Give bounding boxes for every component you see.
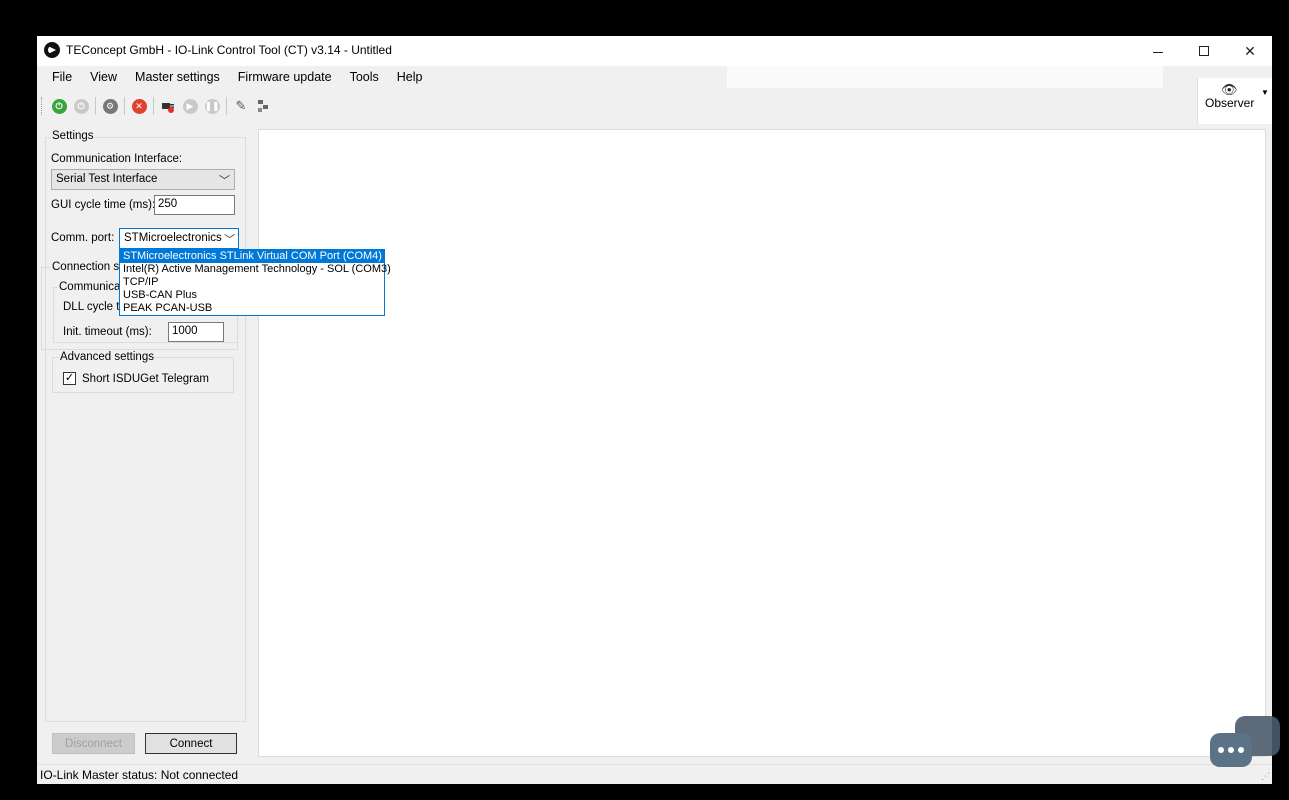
menu-tools[interactable]: Tools — [341, 70, 388, 84]
toolbar-separator — [226, 97, 227, 115]
comm-interface-select[interactable]: Serial Test Interface ﹀ — [51, 169, 235, 190]
wrench-button[interactable]: ✎ — [231, 96, 251, 116]
chat-icon[interactable] — [1210, 733, 1252, 767]
wrench-icon: ✎ — [235, 98, 247, 113]
menu-master-settings[interactable]: Master settings — [126, 70, 229, 84]
menu-bar-filler — [727, 66, 1163, 88]
app-window: TEConcept GmbH - IO-Link Control Tool (C… — [37, 36, 1272, 784]
toolbar-separator — [124, 97, 125, 115]
maximize-button[interactable] — [1181, 36, 1227, 66]
connection-settings-legend: Connection se — [51, 261, 127, 273]
status-bar: IO-Link Master status: Not connected ⋰ — [37, 764, 1272, 784]
disconnect-plug-button[interactable] — [158, 96, 178, 116]
connect-button[interactable]: Connect — [145, 733, 237, 754]
pause-icon: ❚❚ — [204, 98, 220, 114]
master-status-text: IO-Link Master status: Not connected — [40, 768, 239, 782]
disconnect-plug-icon — [162, 103, 174, 113]
disconnect-button[interactable]: Disconnect — [52, 733, 135, 754]
gui-cycle-input[interactable]: 250 — [154, 195, 235, 215]
advanced-settings-legend: Advanced settings — [59, 351, 155, 363]
title-bar: TEConcept GmbH - IO-Link Control Tool (C… — [37, 36, 1272, 66]
menu-view[interactable]: View — [81, 70, 126, 84]
chevron-down-icon: ﹀ — [219, 175, 230, 187]
power-off-icon: ⏻ — [73, 98, 89, 114]
init-timeout-label: Init. timeout (ms): — [63, 326, 152, 338]
menu-file[interactable]: File — [43, 70, 81, 84]
short-isdu-checkbox[interactable]: ✓ — [63, 372, 76, 385]
gear-icon: ⚙ — [102, 98, 118, 114]
resize-grip-icon[interactable]: ⋰ — [1261, 771, 1270, 782]
comm-port-option[interactable]: USB-CAN Plus — [120, 289, 384, 302]
power-on-button[interactable]: ⏻ — [49, 96, 69, 116]
comm-port-option[interactable]: Intel(R) Active Management Technology - … — [120, 263, 391, 276]
toolbar-separator — [95, 97, 96, 115]
chevron-down-icon: ﹀ — [222, 231, 235, 247]
short-isdu-label: Short ISDUGet Telegram — [82, 373, 209, 385]
comm-port-option[interactable]: PEAK PCAN-USB — [120, 302, 384, 315]
toolbar: ⏻ ⏻ ⚙ ✕ ▶ ❚❚ ✎ — [37, 93, 274, 119]
play-button[interactable]: ▶ — [180, 96, 200, 116]
communication-legend: Communicati — [58, 281, 128, 293]
gui-cycle-label: GUI cycle time (ms): — [51, 199, 156, 211]
settings-group — [45, 137, 246, 722]
window-title: TEConcept GmbH - IO-Link Control Tool (C… — [66, 43, 392, 57]
pause-button[interactable]: ❚❚ — [202, 96, 222, 116]
toolbar-separator — [153, 97, 154, 115]
comm-port-select[interactable]: STMicroelectronics S ﹀ — [119, 228, 239, 249]
stop-icon: ✕ — [131, 98, 147, 114]
chevron-down-icon: ▼ — [1261, 88, 1269, 97]
comm-port-label: Comm. port: — [51, 232, 115, 244]
observer-label: Observer — [1205, 96, 1255, 110]
maximize-icon — [1199, 46, 1209, 56]
menu-firmware-update[interactable]: Firmware update — [229, 70, 341, 84]
init-timeout-input[interactable]: 1000 — [168, 322, 224, 342]
minimize-icon — [1153, 51, 1163, 53]
comm-port-dropdown: STMicroelectronics STLink Virtual COM Po… — [119, 249, 391, 316]
power-on-icon: ⏻ — [51, 98, 67, 114]
menu-help[interactable]: Help — [388, 70, 432, 84]
network-icon — [258, 100, 268, 112]
comm-port-value: STMicroelectronics S — [124, 232, 233, 244]
close-icon: ✕ — [1244, 42, 1256, 59]
settings-legend: Settings — [51, 130, 95, 142]
observer-button[interactable]: 👁 Observer ▼ — [1197, 78, 1272, 124]
comm-interface-value: Serial Test Interface — [56, 173, 158, 185]
comm-port-option[interactable]: STMicroelectronics STLink Virtual COM Po… — [120, 250, 384, 263]
toolbar-grip[interactable] — [41, 97, 44, 115]
menu-bar: File View Master settings Firmware updat… — [37, 66, 432, 88]
play-icon: ▶ — [182, 98, 198, 114]
close-button[interactable]: ✕ — [1227, 36, 1272, 66]
minimize-button[interactable] — [1135, 36, 1181, 66]
settings-button[interactable]: ⚙ — [100, 96, 120, 116]
stop-button[interactable]: ✕ — [129, 96, 149, 116]
power-off-button[interactable]: ⏻ — [71, 96, 91, 116]
comm-interface-label: Communication Interface: — [51, 153, 183, 165]
network-button[interactable] — [253, 96, 273, 116]
app-logo-icon — [44, 42, 60, 58]
dll-cycle-label: DLL cycle ti — [63, 301, 123, 313]
main-content-area[interactable] — [258, 129, 1266, 757]
comm-port-option[interactable]: TCP/IP — [120, 276, 384, 289]
